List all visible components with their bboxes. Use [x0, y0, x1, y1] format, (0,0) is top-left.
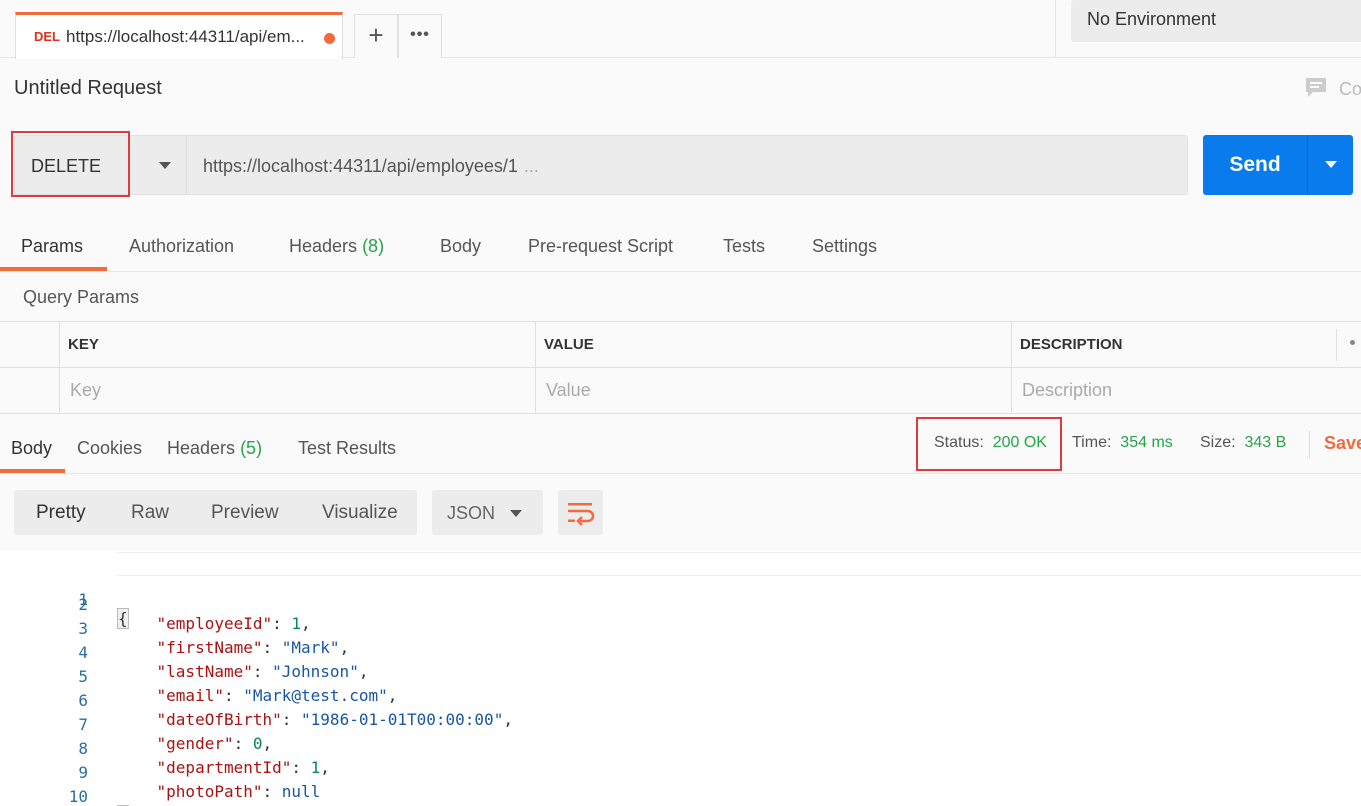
divider: [1055, 0, 1056, 58]
tab-tests[interactable]: Tests: [723, 236, 765, 257]
tab-headers[interactable]: Headers (8): [289, 236, 384, 257]
time-value: 354 ms: [1120, 434, 1173, 451]
column-description: DESCRIPTION: [1020, 336, 1123, 353]
query-params-title: Query Params: [23, 287, 140, 307]
request-tab[interactable]: DEL https://localhost:44311/api/em...: [15, 12, 343, 59]
save-response-button[interactable]: Save: [1324, 433, 1361, 454]
request-tabs: Params Authorization Headers (8) Body Pr…: [0, 228, 1361, 272]
cursor-line: [117, 552, 1361, 576]
tab-response-body[interactable]: Body: [11, 438, 52, 459]
code-line: 5 "email": "Mark@test.com",: [78, 667, 398, 705]
view-mode-group: Pretty Raw Preview Visualize: [14, 490, 417, 535]
chevron-down-icon: [510, 510, 522, 517]
divider: [1336, 329, 1337, 361]
pretty-button[interactable]: Pretty: [14, 490, 108, 535]
code-line: 7 "gender": 0,: [78, 715, 273, 753]
code-line: 4 "lastName": "Johnson",: [78, 643, 369, 681]
send-label: Send: [1229, 153, 1281, 176]
url-ellipsis: ...: [523, 156, 539, 176]
params-table: KEY VALUE DESCRIPTION Key Value Descript…: [0, 321, 1361, 414]
request-title[interactable]: Untitled Request: [14, 77, 162, 100]
tab-response-headers[interactable]: Headers (5): [167, 438, 262, 459]
value-input[interactable]: Value: [546, 380, 591, 401]
active-tab-indicator: [0, 469, 65, 473]
tab-params[interactable]: Params: [21, 236, 83, 257]
code-line: 3 "firstName": "Mark",: [78, 619, 350, 657]
code-line: 10 }: [68, 787, 129, 806]
tab-authorization[interactable]: Authorization: [129, 236, 234, 257]
url-bar: DELETE https://localhost:44311/api/emplo…: [14, 135, 1188, 195]
response-size: Size: 343 B: [1200, 434, 1287, 451]
format-label: JSON: [447, 503, 496, 523]
new-tab-button[interactable]: +: [354, 14, 398, 58]
code-line: 1 {: [0, 552, 1361, 629]
wrap-lines-button[interactable]: [558, 490, 603, 535]
status-highlight-box: [916, 417, 1062, 471]
divider: [59, 322, 60, 414]
response-headers-count: (5): [240, 438, 263, 458]
raw-button[interactable]: Raw: [109, 490, 191, 535]
divider: [535, 322, 536, 414]
tab-settings[interactable]: Settings: [812, 236, 877, 257]
send-options-button[interactable]: [1307, 135, 1353, 195]
wrap-lines-icon: [568, 503, 595, 526]
size-value: 343 B: [1244, 434, 1287, 451]
active-tab-indicator: [0, 267, 107, 271]
divider: [1011, 322, 1012, 414]
preview-button[interactable]: Preview: [189, 490, 301, 535]
code-line: 9 "photoPath": null: [78, 763, 321, 801]
url-text: https://localhost:44311/api/employees/1: [203, 156, 518, 176]
chevron-down-icon: [159, 162, 171, 169]
request-tab-method: DEL: [34, 29, 60, 44]
code-line: 2 "employeeId": 1,: [78, 595, 311, 633]
divider: [1309, 431, 1310, 459]
headers-count: (8): [362, 236, 385, 256]
code-line: 6 "dateOfBirth": "1986-01-01T00:00:00",: [78, 691, 513, 729]
description-input[interactable]: Description: [1022, 380, 1112, 401]
tab-body[interactable]: Body: [440, 236, 481, 257]
tab-bar: DEL https://localhost:44311/api/em... + …: [0, 0, 1361, 59]
table-header-row: [0, 322, 1361, 368]
unsaved-dot-icon: [324, 33, 335, 44]
visualize-button[interactable]: Visualize: [300, 490, 420, 535]
column-value: VALUE: [544, 336, 594, 353]
response-body-viewer[interactable]: 1 { 2 "employeeId": 1, 3 "firstName": "M…: [0, 550, 1361, 806]
comment-icon[interactable]: [1304, 77, 1328, 99]
column-menu-icon[interactable]: [1350, 340, 1355, 345]
environment-select[interactable]: No Environment: [1071, 0, 1361, 42]
method-highlight-box: [11, 131, 130, 197]
format-select[interactable]: JSON: [432, 490, 543, 535]
key-input[interactable]: Key: [70, 380, 101, 401]
comments-label[interactable]: Co: [1339, 79, 1361, 100]
response-time: Time: 354 ms: [1072, 434, 1173, 451]
tab-cookies[interactable]: Cookies: [77, 438, 142, 459]
column-key: KEY: [68, 336, 99, 353]
tab-pre-request-script[interactable]: Pre-request Script: [528, 236, 673, 257]
chevron-down-icon: [1325, 161, 1337, 168]
send-button[interactable]: Send: [1203, 135, 1353, 195]
code-line: 8 "departmentId": 1,: [78, 739, 330, 777]
request-tab-title: https://localhost:44311/api/em...: [66, 27, 305, 46]
response-tabs: Body Cookies Headers (5) Test Results St…: [0, 422, 1361, 474]
tab-test-results[interactable]: Test Results: [298, 438, 396, 459]
more-tabs-button[interactable]: •••: [398, 14, 442, 58]
url-input[interactable]: https://localhost:44311/api/employees/1.…: [203, 156, 539, 177]
